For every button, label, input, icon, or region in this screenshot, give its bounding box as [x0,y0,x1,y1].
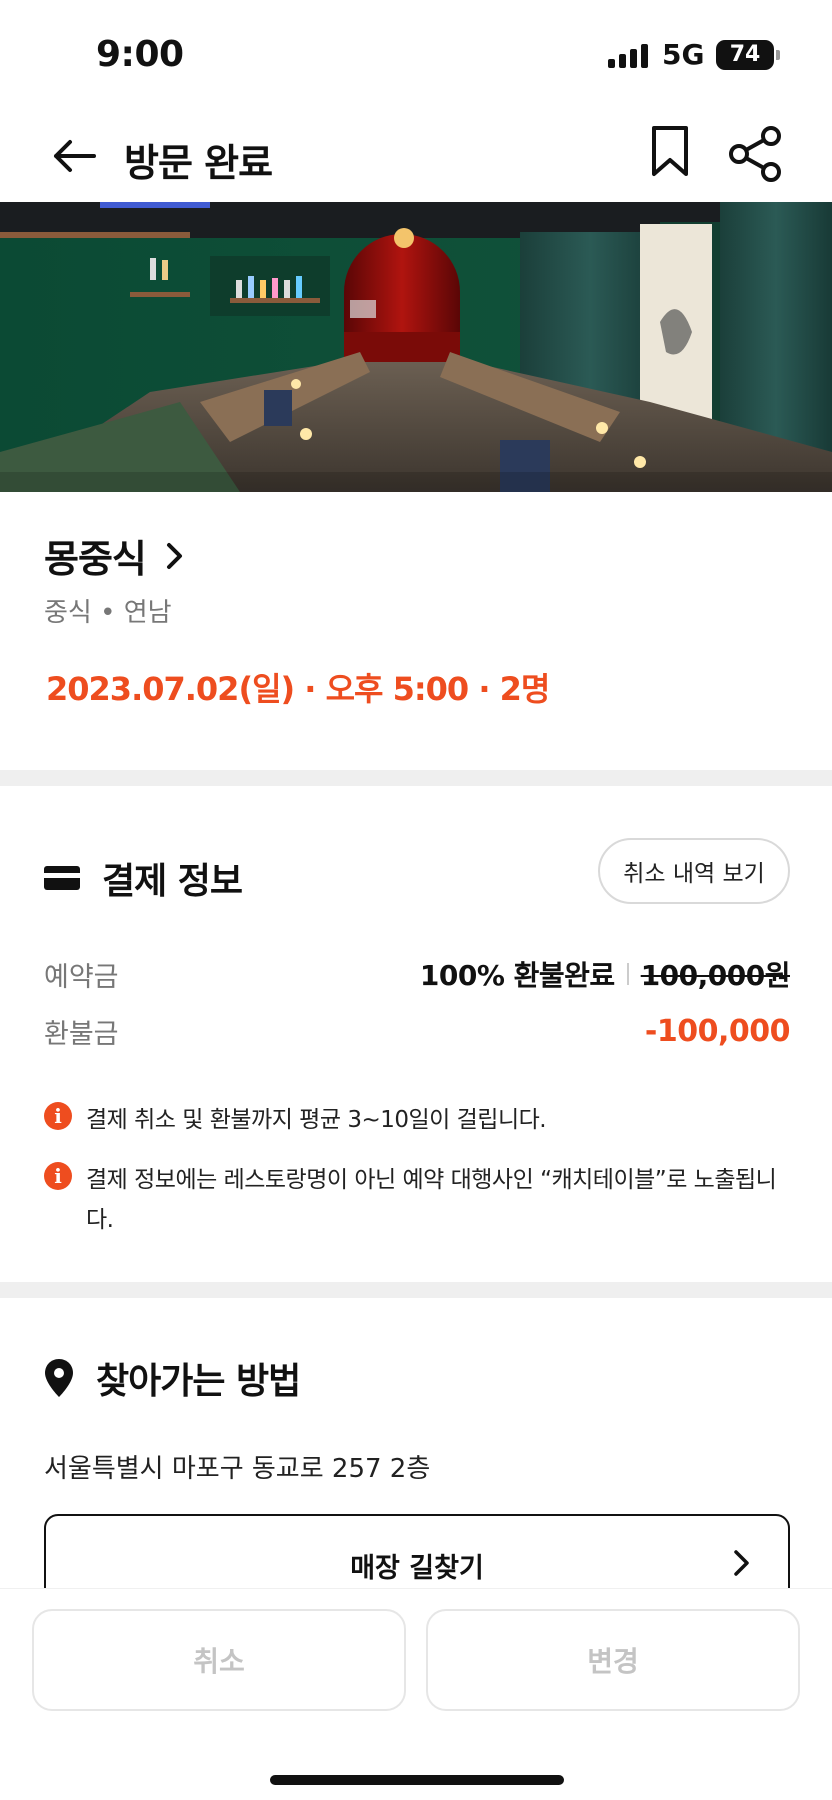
bottom-action-bar: 취소 변경 [0,1588,832,1800]
restaurant-name: 몽중식 [44,537,147,581]
payment-header: 결제 정보 [44,852,243,904]
payment-section: 결제 정보 취소 내역 보기 예약금 100% 환불완료 100,000원 환불… [0,786,832,1282]
section-divider [0,1282,832,1298]
restaurant-name-link[interactable]: 몽중식 [44,528,186,583]
directions-section: 찾아가는 방법 서울특별시 마포구 동교로 257 2층 매장 길찾기 [0,1298,832,1588]
header: 방문 완료 [0,110,832,202]
deposit-label: 예약금 [44,961,119,993]
bookmark-icon [652,126,688,176]
notice-text: 결제 정보에는 레스토랑명이 아닌 예약 대행사인 “캐치테이블”로 노출됩니다… [86,1167,777,1233]
payment-title: 결제 정보 [102,861,243,902]
refund-row: 환불금 -100,000 [44,1012,791,1051]
refund-label: 환불금 [44,1019,119,1050]
notice-item: i 결제 취소 및 환불까지 평균 3~10일이 걸립니다. [44,1100,790,1140]
restaurant-interior-image [0,202,832,492]
info-icon: i [44,1102,72,1130]
info-icon: i [44,1162,72,1190]
status-time: 9:00 [96,34,184,75]
deposit-row: 예약금 100% 환불완료 100,000원 [44,954,791,994]
cancel-history-button[interactable]: 취소 내역 보기 [598,838,790,904]
status-bar: 9:00 5G 74 [0,0,832,110]
battery-icon: 74 [716,40,774,70]
change-button[interactable]: 변경 [426,1609,800,1711]
directions-button[interactable]: 매장 길찾기 [44,1514,790,1588]
separator [626,963,629,985]
section-divider [0,770,832,786]
booking-datetime: 2023.07.02(일) · 오후 5:00 · 2명 [46,670,550,708]
page-title: 방문 완료 [124,141,273,185]
card-icon [44,866,80,890]
deposit-original-amount: 100,000원 [640,959,791,992]
notice-item: i 결제 정보에는 레스토랑명이 아닌 예약 대행사인 “캐치테이블”로 노출됩… [44,1160,790,1240]
directions-title: 찾아가는 방법 [96,1361,301,1402]
cancel-button[interactable]: 취소 [32,1609,406,1711]
chevron-right-icon [734,1550,749,1576]
back-button[interactable] [48,132,100,180]
directions-button-label: 매장 길찾기 [350,1553,484,1584]
restaurant-info: 몽중식 중식 • 연남 2023.07.02(일) · 오후 5:00 · 2명 [0,492,832,770]
network-type: 5G [662,38,705,71]
restaurant-photo [0,202,832,492]
home-indicator [270,1775,564,1785]
location-pin-icon [45,1359,73,1397]
battery-cap [776,50,780,60]
signal-icon [608,44,648,68]
share-icon [729,126,781,182]
chevron-right-icon [166,542,182,569]
arrow-left-icon [54,140,96,172]
deposit-status: 100% 환불완료 [419,959,615,992]
address: 서울특별시 마포구 동교로 257 2층 [44,1454,431,1484]
bookmark-button[interactable] [646,124,694,180]
directions-header: 찾아가는 방법 [44,1352,301,1404]
refund-amount: -100,000 [644,1014,791,1049]
share-button[interactable] [726,124,786,184]
notice-text: 결제 취소 및 환불까지 평균 3~10일이 걸립니다. [86,1107,547,1133]
restaurant-category-area: 중식 • 연남 [44,598,172,628]
